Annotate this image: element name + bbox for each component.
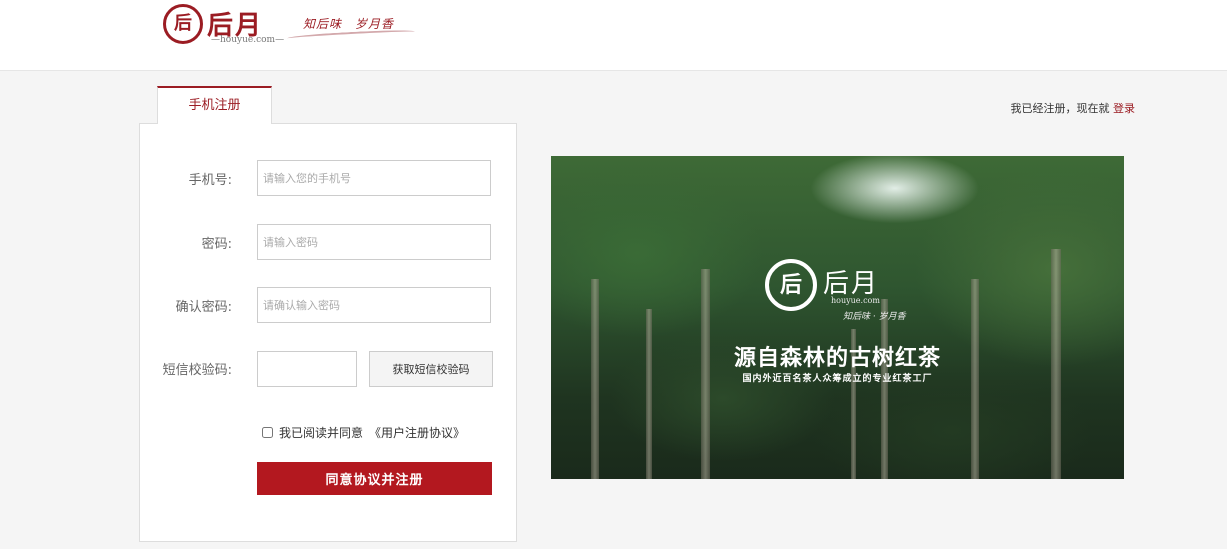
tab-phone-register[interactable]: 手机注册 — [157, 86, 272, 124]
agree-text: 我已阅读并同意 — [279, 426, 364, 440]
logo-mark-icon: 后 — [163, 4, 203, 44]
site-header: 后 后月 —houyue.com— 知后味 岁月香 — [0, 0, 1227, 71]
confirm-password-label: 确认密码: — [175, 300, 232, 315]
agree-checkbox[interactable] — [262, 427, 273, 438]
banner-brand-domain: houyue.com — [831, 296, 880, 305]
phone-label: 手机号: — [188, 173, 232, 188]
tree-trunk — [881, 299, 888, 479]
tree-trunk — [646, 309, 652, 479]
banner-headline: 源自森林的古树红茶 — [733, 345, 941, 371]
agreement-row[interactable]: 我已阅读并同意 《用户注册协议》 — [262, 424, 465, 441]
agree-and-register-button[interactable]: 同意协议并注册 — [257, 462, 492, 495]
banner-brand-name: 后月 — [823, 269, 880, 299]
login-link[interactable]: 登录 — [1113, 102, 1135, 115]
register-form-panel: 手机号: 密码: 确认密码: 短信校验码: 获取短信校验码 我已阅读并同意《用户… — [139, 123, 517, 542]
banner-logo-mark-icon: 后 — [765, 259, 817, 311]
phone-input[interactable] — [257, 160, 491, 196]
brand-domain: —houyue.com— — [211, 35, 285, 45]
password-label: 密码: — [201, 237, 232, 252]
banner-subheadline: 国内外近百名茶人众筹成立的专业红茶工厂 — [742, 374, 933, 384]
promo-banner: 后 后月 houyue.com 知后味 · 岁月香 源自森林的古树红茶 国内外近… — [551, 156, 1124, 479]
get-sms-code-button[interactable]: 获取短信校验码 — [369, 351, 493, 387]
confirm-password-input[interactable] — [257, 287, 491, 323]
banner-brand-slogan: 知后味 · 岁月香 — [843, 312, 906, 322]
login-hint-text: 我已经注册，现在就 — [1010, 102, 1113, 115]
site-logo[interactable]: 后 后月 —houyue.com— 知后味 岁月香 — [163, 4, 423, 50]
password-input[interactable] — [257, 224, 491, 260]
brand-slogan: 知后味 岁月香 — [303, 17, 395, 31]
agreement-link[interactable]: 《用户注册协议》 — [369, 424, 465, 441]
login-hint: 我已经注册，现在就 登录 — [1011, 100, 1136, 116]
banner-logo: 后 后月 houyue.com 知后味 · 岁月香 — [765, 259, 915, 322]
sms-code-label: 短信校验码: — [162, 363, 232, 378]
sms-code-input[interactable] — [257, 351, 357, 387]
